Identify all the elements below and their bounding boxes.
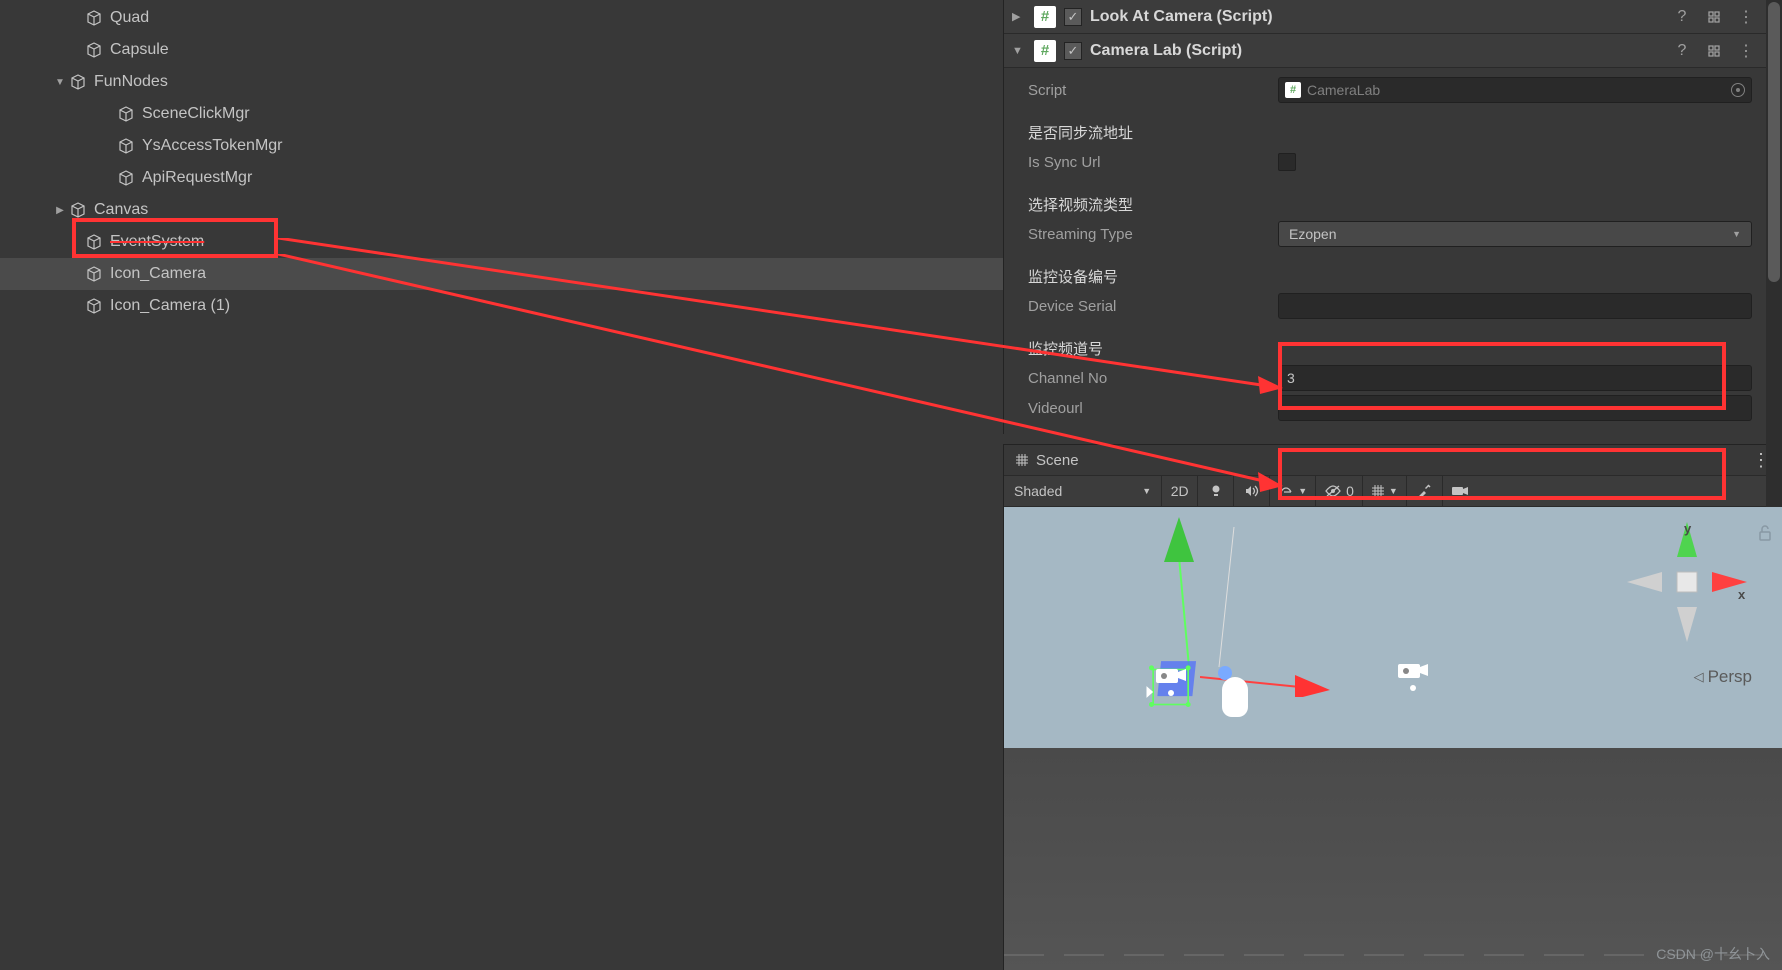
svg-text:y: y: [1684, 521, 1692, 536]
hierarchy-item-ysaccesstokenmgr[interactable]: YsAccessTokenMgr: [0, 130, 1003, 162]
component-header-lookat[interactable]: ▶ # Look At Camera (Script) ? ⋮: [1004, 0, 1766, 34]
expand-icon[interactable]: ▼: [52, 77, 68, 88]
hierarchy-item-icon-camera-1-[interactable]: Icon_Camera (1): [0, 290, 1003, 322]
collapse-icon[interactable]: ▼: [1012, 45, 1026, 57]
component-title: Camera Lab (Script): [1090, 42, 1662, 60]
gameobject-icon: [84, 40, 104, 60]
prop-label-videourl: Videourl: [1018, 400, 1278, 417]
gameobject-icon: [84, 296, 104, 316]
script-icon: #: [1285, 82, 1301, 98]
help-icon[interactable]: ?: [1670, 39, 1694, 63]
2d-toggle[interactable]: 2D: [1161, 475, 1197, 507]
help-icon[interactable]: ?: [1670, 5, 1694, 29]
prop-header-device: 监控设备编号: [1018, 266, 1278, 287]
lighting-toggle[interactable]: [1197, 475, 1233, 507]
component-body-cameralab: Script # CameraLab 是否同步流地址 Is Sync Url 选…: [1004, 68, 1766, 434]
prop-label-script: Script: [1018, 82, 1278, 99]
prop-header-sync: 是否同步流地址: [1018, 122, 1278, 143]
gameobject-icon: [84, 8, 104, 28]
script-icon: #: [1034, 6, 1056, 28]
scene-tab-bar: Scene ⋮: [1004, 445, 1782, 475]
hierarchy-label: Icon_Camera (1): [110, 297, 230, 315]
gameobject-icon: [84, 264, 104, 284]
gameobject-icon: [116, 136, 136, 156]
preset-icon[interactable]: [1702, 39, 1726, 63]
grid-dropdown[interactable]: ▼: [1362, 475, 1406, 507]
hierarchy-item-apirequestmgr[interactable]: ApiRequestMgr: [0, 162, 1003, 194]
hierarchy-panel: Quad Capsule ▼ FunNodes SceneClickMgr YsAcces…: [0, 0, 1003, 970]
gameobject-icon: [84, 232, 104, 252]
enable-checkbox[interactable]: [1064, 8, 1082, 26]
tools-button[interactable]: [1406, 475, 1442, 507]
prop-header-stream: 选择视频流类型: [1018, 194, 1278, 215]
hierarchy-label: Canvas: [94, 201, 148, 219]
effects-dropdown[interactable]: ▼: [1269, 475, 1315, 507]
enable-checkbox[interactable]: [1064, 42, 1082, 60]
prop-label-sync: Is Sync Url: [1018, 154, 1278, 171]
scene-grid-icon: [1014, 452, 1030, 468]
hierarchy-label: YsAccessTokenMgr: [142, 137, 283, 155]
scrollbar-thumb[interactable]: [1768, 2, 1780, 282]
camera-button[interactable]: [1442, 475, 1478, 507]
gizmos-visibility[interactable]: 0: [1315, 475, 1362, 507]
draw-mode-dropdown[interactable]: Shaded: [1004, 478, 1161, 504]
camera-gizmo-icon[interactable]: [1396, 662, 1430, 684]
hierarchy-item-sceneclickmgr[interactable]: SceneClickMgr: [0, 98, 1003, 130]
camera-gizmo-icon[interactable]: [1154, 667, 1188, 689]
capsule-object[interactable]: [1222, 677, 1248, 717]
hierarchy-label: FunNodes: [94, 73, 168, 91]
hierarchy-item-canvas[interactable]: ▶ Canvas: [0, 194, 1003, 226]
hierarchy-label: Icon_Camera: [110, 265, 206, 283]
lock-icon[interactable]: [1758, 525, 1772, 541]
audio-toggle[interactable]: [1233, 475, 1269, 507]
gameobject-icon: [68, 72, 88, 92]
scene-panel: Scene ⋮ Shaded 2D ▼ 0: [1003, 444, 1782, 970]
channel-no-input[interactable]: [1278, 365, 1752, 391]
menu-icon[interactable]: ⋮: [1734, 5, 1758, 29]
watermark: CSDN @十幺卜入: [1656, 944, 1770, 964]
hierarchy-label: Capsule: [110, 41, 169, 59]
orientation-gizmo[interactable]: y x: [1622, 517, 1752, 647]
prop-label-stream: Streaming Type: [1018, 226, 1278, 243]
hierarchy-item-quad[interactable]: Quad: [0, 2, 1003, 34]
prop-label-channel: Channel No: [1018, 370, 1278, 387]
hierarchy-item-icon-camera[interactable]: Icon_Camera: [0, 258, 1003, 290]
sync-checkbox[interactable]: [1278, 153, 1296, 171]
streaming-type-dropdown[interactable]: Ezopen: [1278, 221, 1752, 247]
script-object-field[interactable]: # CameraLab: [1278, 77, 1752, 103]
ground-line: [1004, 952, 1764, 958]
gameobject-icon: [116, 168, 136, 188]
gameobject-icon: [116, 104, 136, 124]
object-picker-icon[interactable]: [1731, 83, 1745, 97]
component-title: Look At Camera (Script): [1090, 8, 1662, 26]
script-icon: #: [1034, 40, 1056, 62]
scene-viewport[interactable]: y x ◁Persp: [1004, 507, 1782, 970]
collapse-icon[interactable]: ▶: [1012, 10, 1026, 23]
scene-toolbar: Shaded 2D ▼ 0 ▼: [1004, 475, 1782, 507]
hierarchy-label: SceneClickMgr: [142, 105, 250, 123]
hierarchy-label: ApiRequestMgr: [142, 169, 252, 187]
hierarchy-item-funnodes[interactable]: ▼ FunNodes: [0, 66, 1003, 98]
guide-line: [1204, 527, 1264, 667]
hierarchy-item-eventsystem[interactable]: EventSystem: [0, 226, 1003, 258]
hierarchy-label: Quad: [110, 9, 149, 27]
prop-label-device: Device Serial: [1018, 298, 1278, 315]
videourl-input[interactable]: [1278, 395, 1752, 421]
menu-icon[interactable]: ⋮: [1734, 39, 1758, 63]
projection-label[interactable]: ◁Persp: [1694, 667, 1752, 687]
inspector-panel: ▶ # Look At Camera (Script) ? ⋮ ▼ # Came…: [1003, 0, 1782, 434]
hierarchy-label: EventSystem: [110, 233, 204, 251]
svg-text:x: x: [1738, 587, 1746, 602]
prop-header-channel: 监控频道号: [1018, 338, 1278, 359]
component-header-cameralab[interactable]: ▼ # Camera Lab (Script) ? ⋮: [1004, 34, 1766, 68]
gameobject-icon: [68, 200, 88, 220]
script-name: CameraLab: [1307, 82, 1380, 98]
device-serial-input[interactable]: [1278, 293, 1752, 319]
preset-icon[interactable]: [1702, 5, 1726, 29]
inspector-scrollbar[interactable]: [1766, 0, 1782, 560]
scene-tab[interactable]: Scene: [1014, 452, 1079, 469]
hierarchy-item-capsule[interactable]: Capsule: [0, 34, 1003, 66]
expand-icon[interactable]: ▶: [52, 205, 68, 216]
